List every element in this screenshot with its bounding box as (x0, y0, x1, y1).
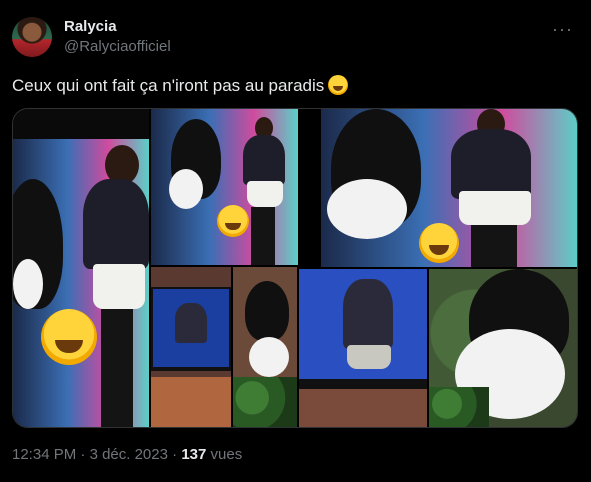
collage-panel-4 (151, 267, 231, 427)
tweet-time[interactable]: 12:34 PM (12, 446, 76, 463)
tweet-text-body: Ceux qui ont fait ça n'iront pas au para… (12, 76, 325, 95)
views-count: 137 (181, 446, 207, 463)
collage-panel-7 (429, 269, 577, 427)
collage-panel-2 (151, 109, 298, 265)
laughing-emoji-icon (328, 75, 349, 95)
meta-separator: · (76, 446, 90, 463)
author-display-name[interactable]: Ralycia (64, 18, 117, 35)
collage-panel-1 (13, 139, 149, 427)
collage-panel-5 (233, 267, 297, 427)
laughing-emoji-icon (217, 205, 249, 237)
more-options-icon[interactable]: ··· (552, 20, 573, 38)
tweet-text: Ceux qui ont fait ça n'iront pas au para… (12, 75, 349, 96)
tweet-media-collage[interactable] (12, 108, 578, 428)
avatar[interactable] (12, 17, 52, 57)
collage-panel-3 (321, 109, 577, 267)
laughing-emoji-icon (41, 309, 97, 365)
meta-separator: · (167, 446, 182, 463)
magpie-bird-icon (245, 281, 289, 341)
tweet-metadata: 12:34 PM · 3 déc. 2023 · 137 vues (12, 446, 242, 463)
tweet-date[interactable]: 3 déc. 2023 (90, 446, 168, 463)
laughing-emoji-icon (419, 223, 459, 263)
collage-panel-6 (299, 269, 427, 427)
views-label: vues (210, 446, 243, 463)
author-handle[interactable]: @Ralyciaofficiel (64, 38, 171, 55)
